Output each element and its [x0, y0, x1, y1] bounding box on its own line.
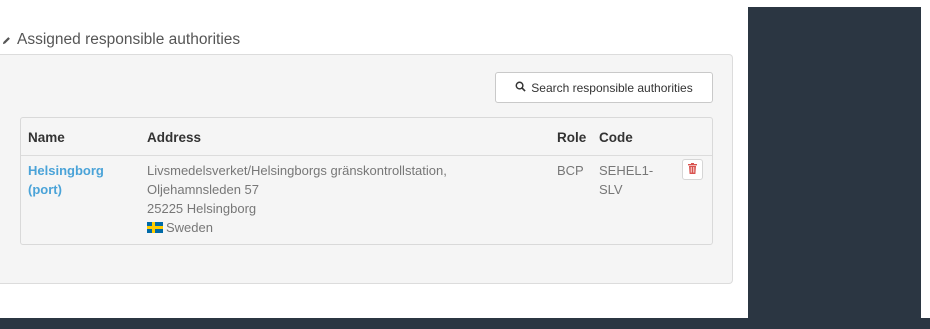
- code-cell: SEHEL1- SLV: [599, 161, 653, 199]
- authority-name-link[interactable]: Helsingborg (port): [28, 163, 104, 197]
- right-scroll-gutter: [921, 7, 930, 318]
- search-button-label: Search responsible authorities: [531, 80, 693, 95]
- pencil-icon: [2, 36, 11, 45]
- address-line3: 25225 Helsingborg: [147, 201, 257, 216]
- search-icon: [515, 81, 526, 95]
- address-cell: Livsmedelsverket/Helsingborgs gränskontr…: [147, 161, 447, 237]
- authorities-table: Name Address Role Code Helsingborg (port…: [20, 117, 713, 245]
- section-header: Assigned responsible authorities: [2, 31, 240, 49]
- address-country: Sweden: [147, 218, 447, 237]
- authority-name-line1: Helsingborg: [28, 163, 104, 178]
- trash-icon: [688, 161, 697, 179]
- search-authorities-button[interactable]: Search responsible authorities: [495, 72, 713, 103]
- column-header-code: Code: [599, 130, 633, 145]
- authority-name-cell: Helsingborg (port): [28, 161, 104, 199]
- column-header-role: Role: [557, 130, 587, 145]
- code-line2: SLV: [599, 182, 623, 197]
- header-divider: [21, 155, 712, 156]
- authority-name-line2: (port): [28, 182, 62, 197]
- top-strip: [0, 0, 930, 7]
- sweden-flag-icon: [147, 222, 163, 233]
- country-name: Sweden: [166, 220, 213, 235]
- address-line1: Livsmedelsverket/Helsingborgs gränskontr…: [147, 163, 447, 178]
- section-title: Assigned responsible authorities: [17, 31, 241, 48]
- column-header-name: Name: [28, 130, 65, 145]
- code-line1: SEHEL1-: [599, 163, 654, 178]
- address-line2: Oljehamnsleden 57: [147, 182, 260, 197]
- role-cell: BCP: [557, 163, 584, 178]
- column-header-address: Address: [147, 130, 202, 145]
- delete-authority-button[interactable]: [682, 159, 703, 180]
